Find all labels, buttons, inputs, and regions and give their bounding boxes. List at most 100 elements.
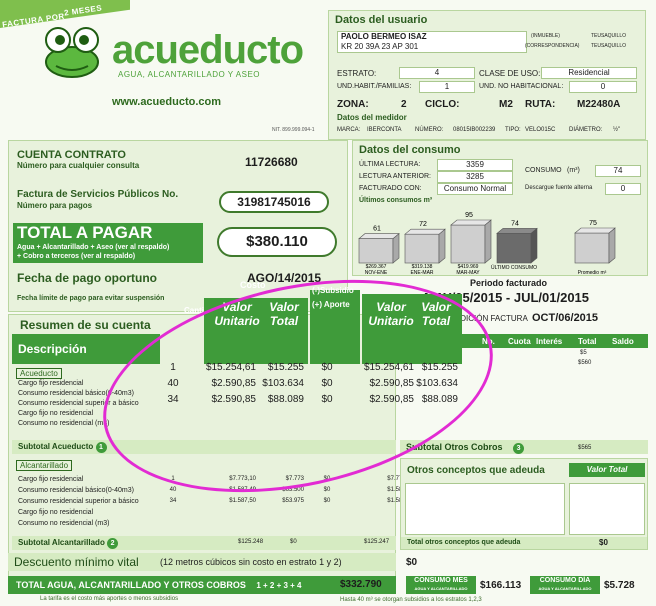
- und-label: UND.HABIT./FAMILIAS:: [337, 83, 412, 90]
- inmueble-label: (INMUEBLE): [531, 33, 560, 39]
- alc-row-ap: $0: [323, 487, 331, 493]
- acu-row-desc: Cargo fijo residencial: [18, 380, 84, 387]
- total-label: TOTAL A PAGAR: [13, 223, 203, 243]
- expedicion-value: OCT/06/2015: [532, 312, 599, 324]
- alc-row-desc: Cargo fijo residencial: [18, 476, 84, 483]
- chart-bar-0: [358, 232, 400, 264]
- numero-value: 08015IB002239: [453, 127, 496, 133]
- facturado-label: FACTURADO CON:: [359, 185, 422, 192]
- valor-unitario2-header: Valor Unitario: [368, 300, 414, 328]
- alc-row-vt: $63.500: [282, 487, 304, 493]
- tipo-label: TIPO:: [505, 127, 521, 133]
- descargue-value: 0: [605, 183, 641, 195]
- alc-row-vu: $1.587,49: [229, 487, 256, 493]
- acu-row-ap: $0: [321, 362, 333, 373]
- invoice-page: FACTURA POR 2 MESES acueducto AGUA, ALCA…: [0, 0, 656, 606]
- valor-total-header: Valor Total: [269, 300, 299, 328]
- user-data-title: Datos del usuario: [335, 14, 428, 26]
- subtotal-acueducto-label: Subtotal Acueducto: [18, 442, 94, 451]
- alcantarillado-tag: Alcantarillado: [16, 460, 73, 471]
- limite-label: Fecha límite de pago para evitar suspens…: [17, 295, 165, 302]
- ruta-label: RUTA:: [525, 99, 556, 110]
- tipo-value: VELO015C: [525, 127, 556, 133]
- alc-row-ap: $0: [323, 476, 331, 482]
- clase-label: CLASE DE USO:: [479, 69, 541, 78]
- subtotal-acueducto-row: Subtotal Acueducto 1: [12, 440, 396, 454]
- grand-total-value: $332.790: [340, 579, 382, 590]
- acu-row-qty: 34: [167, 394, 179, 405]
- chart-value-label: 72: [419, 221, 427, 228]
- chart-category-label: MAR-MAY: [456, 270, 480, 276]
- consumo-mes-sub: AGUA Y ALCANTARILLADO: [414, 586, 468, 591]
- adeuda-total-value: $0: [599, 538, 608, 547]
- valor-unitario-header: Valor Unitario: [214, 300, 260, 328]
- consumo-dia-sub: AGUA Y ALCANTARILLADO: [538, 586, 592, 591]
- adeuda-valor-header: Valor Total: [569, 463, 645, 477]
- und-value: 1: [419, 81, 475, 93]
- subtotal-alc-vt: $125.248: [238, 539, 264, 545]
- alc-row-vu: $7.773,10: [229, 476, 256, 482]
- clase-value: Residencial: [541, 67, 637, 79]
- total-sub-2: + Cobro a terceros (ver al respaldo): [17, 253, 136, 260]
- descuento-value: $0: [406, 557, 418, 568]
- aporte-header: (+) Aporte: [312, 300, 350, 309]
- ciclo-label: CICLO:: [425, 99, 460, 110]
- user-data-box: Datos del usuario PAOLO BERMEO ISAZ KR 2…: [328, 10, 646, 140]
- saldo-header: Saldo: [612, 337, 634, 346]
- acu-row-vu: $2.590,85: [211, 394, 257, 405]
- subtotal-alc-vt2: $125.247: [364, 539, 390, 545]
- acu-row-ap: $0: [321, 394, 333, 405]
- consumo-mes-badge: CONSUMO MES AGUA Y ALCANTARILLADO: [406, 576, 476, 594]
- brand-name: acueducto: [112, 28, 304, 72]
- alc-row-qty: 34: [169, 498, 177, 504]
- interes-header: Interés: [536, 337, 563, 346]
- subtotal-otros-row: Subtotal Otros Cobros 3: [400, 440, 648, 454]
- user-name: PAOLO BERMEO ISAZ: [341, 32, 427, 41]
- acu-row-qty: 1: [170, 362, 176, 373]
- acu-row-vt2: $103.634: [416, 378, 458, 389]
- acu-row-vt: $88.089: [267, 394, 304, 405]
- nohab-label: UND. NO HABITACIONAL:: [479, 83, 564, 90]
- total-header: Total: [578, 337, 597, 346]
- descripcion-header: Descripción: [12, 334, 106, 364]
- cantidad-header-bg: [106, 334, 160, 364]
- subtotal-acueducto-num: 1: [95, 442, 107, 453]
- cuenta-label: CUENTA CONTRATO: [17, 149, 126, 161]
- cuota-header: Cuota: [508, 337, 531, 346]
- consumo-title: Datos del consumo: [359, 144, 461, 156]
- cuenta-sub: Número para cualquier consulta: [17, 161, 140, 170]
- chart-bar-1: [404, 228, 446, 264]
- user-address: KR 20 39A 23 AP 301: [341, 42, 419, 51]
- total-sub-1: Agua + Alcantarillado + Aseo (ver al res…: [17, 244, 170, 251]
- marca-label: MARCA:: [337, 127, 361, 133]
- alc-row-qty: 40: [169, 487, 177, 493]
- zona-label: ZONA:: [337, 99, 369, 110]
- inmueble-value: TEUSAQUILLO: [591, 33, 627, 39]
- subtotal-otros-num: 3: [513, 443, 525, 454]
- acu-row-desc: Consumo residencial básico(0-40m3): [18, 390, 134, 397]
- resumen-title: Resumen de su cuenta: [20, 318, 151, 332]
- acu-row-desc: Consumo residencial superior a básico: [18, 400, 139, 407]
- factura-value: 31981745016: [219, 191, 329, 213]
- chart-category-label: ÚLTIMO CONSUMO: [491, 264, 537, 271]
- adeuda-values: [569, 483, 645, 535]
- descargue-label: Descargue fuente alterna: [525, 185, 593, 191]
- nit-number: NIT. 899.999.094-1: [272, 127, 315, 133]
- zona-value: 2: [401, 99, 407, 110]
- chart-value-label: 61: [373, 226, 381, 233]
- no-header: No.: [482, 337, 495, 346]
- acu-row-vu2: $15.254,61: [363, 362, 414, 373]
- anterior-value: 3285: [437, 171, 513, 183]
- marca-value: IBERCONTA: [367, 127, 402, 133]
- alc-row-vt: $7.773: [285, 476, 304, 482]
- foot-right-note: Hasta 40 m³ se otorgan subsidios a los e…: [340, 597, 482, 603]
- user-name-field: PAOLO BERMEO ISAZ KR 20 39A 23 AP 301: [337, 31, 527, 53]
- foot-left-note: La tarifa es el costo más aportes o meno…: [40, 596, 179, 602]
- acu-row-vt2: $88.089: [421, 394, 458, 405]
- estrato-label: ESTRATO:: [337, 69, 377, 78]
- acueducto-tag: Acueducto: [16, 368, 62, 379]
- correspondencia-value: TEUSAQUILLO: [591, 43, 627, 49]
- website-link[interactable]: www.acueducto.com: [112, 96, 221, 108]
- otros-val-2: $560: [578, 360, 592, 366]
- consumo-mes-label: CONSUMO MES: [414, 577, 468, 584]
